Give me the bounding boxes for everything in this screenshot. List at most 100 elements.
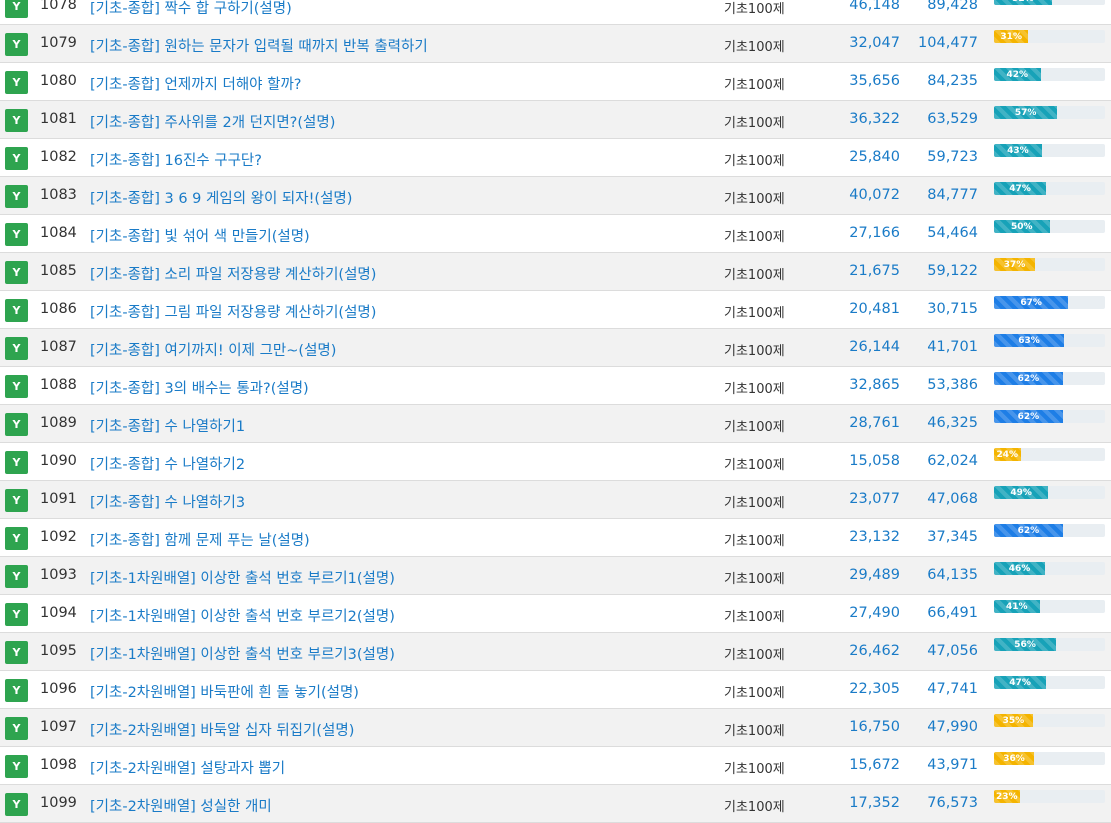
submission-count-link[interactable]: 84,235 [895,73,978,89]
problem-title-link[interactable]: [기초-종합] 빛 섞어 색 만들기(설명) [90,225,310,246]
submission-count-link[interactable]: 41,701 [895,339,978,355]
problem-title-link[interactable]: [기초-2차원배열] 바둑알 십자 뒤집기(설명) [90,719,354,740]
table-row: Y 1082 [기초-종합] 16진수 구구단? 기초100제 25,840 59,723… [0,139,1111,177]
solved-count-link[interactable]: 17,352 [820,795,900,811]
solved-count-link[interactable]: 26,462 [820,643,900,659]
accuracy-progress-bar: 62% [994,372,1105,385]
submission-count-link[interactable]: 43,971 [895,757,978,773]
submission-count-link[interactable]: 54,464 [895,225,978,241]
solved-count-link[interactable]: 15,058 [820,453,900,469]
problem-title-link[interactable]: [기초-종합] 짝수 합 구하기(설명) [90,0,292,18]
solved-status-badge: Y [5,0,28,18]
solved-count-link[interactable]: 15,672 [820,757,900,773]
solved-count-link[interactable]: 35,656 [820,73,900,89]
solved-count-link[interactable]: 27,490 [820,605,900,621]
solved-status-badge: Y [5,793,28,816]
submission-count-link[interactable]: 37,345 [895,529,978,545]
submission-count-link[interactable]: 46,325 [895,415,978,431]
accuracy-progress-bar: 67% [994,296,1105,309]
problem-title-link[interactable]: [기초-1차원배열] 이상한 출석 번호 부르기3(설명) [90,643,395,664]
submission-count-link[interactable]: 47,056 [895,643,978,659]
table-row: Y 1088 [기초-종합] 3의 배수는 통과?(설명) 기초100제 32,865 5… [0,367,1111,405]
solved-status-badge: Y [5,565,28,588]
solved-count-link[interactable]: 32,047 [820,35,900,51]
problem-title-link[interactable]: [기초-종합] 3 6 9 게임의 왕이 되자!(설명) [90,187,352,208]
table-row: Y 1092 [기초-종합] 함께 문제 푸는 날(설명) 기초100제 23,132 3… [0,519,1111,557]
solved-count-link[interactable]: 28,761 [820,415,900,431]
accuracy-progress-fill: 50% [994,220,1050,233]
problem-category: 기초100제 [724,40,785,55]
problem-title-link[interactable]: [기초-종합] 그림 파일 저장용량 계산하기(설명) [90,301,376,322]
problem-title-link[interactable]: [기초-종합] 여기까지! 이제 그만~(설명) [90,339,336,360]
problem-title-link[interactable]: [기초-종합] 16진수 구구단? [90,149,262,170]
problem-category: 기초100제 [724,344,785,359]
submission-count-link[interactable]: 30,715 [895,301,978,317]
solved-count-link[interactable]: 20,481 [820,301,900,317]
problem-title-link[interactable]: [기초-종합] 언제까지 더해야 할까? [90,73,302,94]
solved-count-link[interactable]: 16,750 [820,719,900,735]
submission-count-link[interactable]: 104,477 [895,35,978,51]
problem-category: 기초100제 [724,762,785,777]
submission-count-link[interactable]: 59,723 [895,149,978,165]
accuracy-progress-fill: 23% [994,790,1020,803]
solved-count-link[interactable]: 23,077 [820,491,900,507]
accuracy-progress-fill: 62% [994,524,1063,537]
problem-title-link[interactable]: [기초-2차원배열] 설탕과자 뽑기 [90,757,285,778]
problem-title-link[interactable]: [기초-종합] 함께 문제 푸는 날(설명) [90,529,310,550]
solved-count-link[interactable]: 32,865 [820,377,900,393]
problem-title-link[interactable]: [기초-1차원배열] 이상한 출석 번호 부르기2(설명) [90,605,395,626]
problem-title-link[interactable]: [기초-2차원배열] 바둑판에 흰 돌 놓기(설명) [90,681,359,702]
submission-count-link[interactable]: 62,024 [895,453,978,469]
accuracy-progress-bar: 63% [994,334,1105,347]
solved-count-link[interactable]: 25,840 [820,149,900,165]
submission-count-link[interactable]: 59,122 [895,263,978,279]
solved-count-link[interactable]: 26,144 [820,339,900,355]
problem-title-link[interactable]: [기초-1차원배열] 이상한 출석 번호 부르기1(설명) [90,567,395,588]
problem-title-link[interactable]: [기초-종합] 수 나열하기1 [90,415,245,436]
accuracy-progress-fill: 56% [994,638,1057,651]
submission-count-link[interactable]: 53,386 [895,377,978,393]
submission-count-link[interactable]: 89,428 [895,0,978,13]
problem-number: 1092 [40,529,77,545]
problem-title-link[interactable]: [기초-종합] 수 나열하기2 [90,453,245,474]
solved-count-link[interactable]: 36,322 [820,111,900,127]
solved-count-link[interactable]: 29,489 [820,567,900,583]
solved-count-link[interactable]: 22,305 [820,681,900,697]
submission-count-link[interactable]: 63,529 [895,111,978,127]
solved-count-link[interactable]: 40,072 [820,187,900,203]
solved-count-link[interactable]: 46,148 [820,0,900,13]
problem-category: 기초100제 [724,306,785,321]
problem-title-link[interactable]: [기초-종합] 원하는 문자가 입력될 때까지 반복 출력하기 [90,35,428,56]
submission-count-link[interactable]: 47,741 [895,681,978,697]
problem-title-link[interactable]: [기초-종합] 주사위를 2개 던지면?(설명) [90,111,335,132]
submission-count-link[interactable]: 47,068 [895,491,978,507]
problem-number: 1081 [40,111,77,127]
accuracy-progress-fill: 31% [994,30,1029,43]
accuracy-progress-fill: 46% [994,562,1046,575]
solved-status-badge: Y [5,489,28,512]
accuracy-progress-fill: 67% [994,296,1069,309]
problem-title-link[interactable]: [기초-종합] 3의 배수는 통과?(설명) [90,377,309,398]
table-row: Y 1095 [기초-1차원배열] 이상한 출석 번호 부르기3(설명) 기초100제… [0,633,1111,671]
problem-title-link[interactable]: [기초-종합] 수 나열하기3 [90,491,245,512]
solved-count-link[interactable]: 21,675 [820,263,900,279]
table-row: Y 1096 [기초-2차원배열] 바둑판에 흰 돌 놓기(설명) 기초100제 22,… [0,671,1111,709]
submission-count-link[interactable]: 66,491 [895,605,978,621]
problem-title-link[interactable]: [기초-종합] 소리 파일 저장용량 계산하기(설명) [90,263,376,284]
solved-count-link[interactable]: 27,166 [820,225,900,241]
problem-title-link[interactable]: [기초-2차원배열] 성실한 개미 [90,795,272,816]
submission-count-link[interactable]: 64,135 [895,567,978,583]
accuracy-progress-bar: 24% [994,448,1105,461]
solved-status-badge: Y [5,185,28,208]
solved-count-link[interactable]: 23,132 [820,529,900,545]
problem-category: 기초100제 [724,78,785,93]
accuracy-progress-bar: 41% [994,600,1105,613]
solved-status-badge: Y [5,717,28,740]
submission-count-link[interactable]: 76,573 [895,795,978,811]
solved-status-badge: Y [5,679,28,702]
submission-count-link[interactable]: 47,990 [895,719,978,735]
submission-count-link[interactable]: 84,777 [895,187,978,203]
problem-number: 1090 [40,453,77,469]
accuracy-progress-fill: 49% [994,486,1049,499]
problem-category: 기초100제 [724,686,785,701]
